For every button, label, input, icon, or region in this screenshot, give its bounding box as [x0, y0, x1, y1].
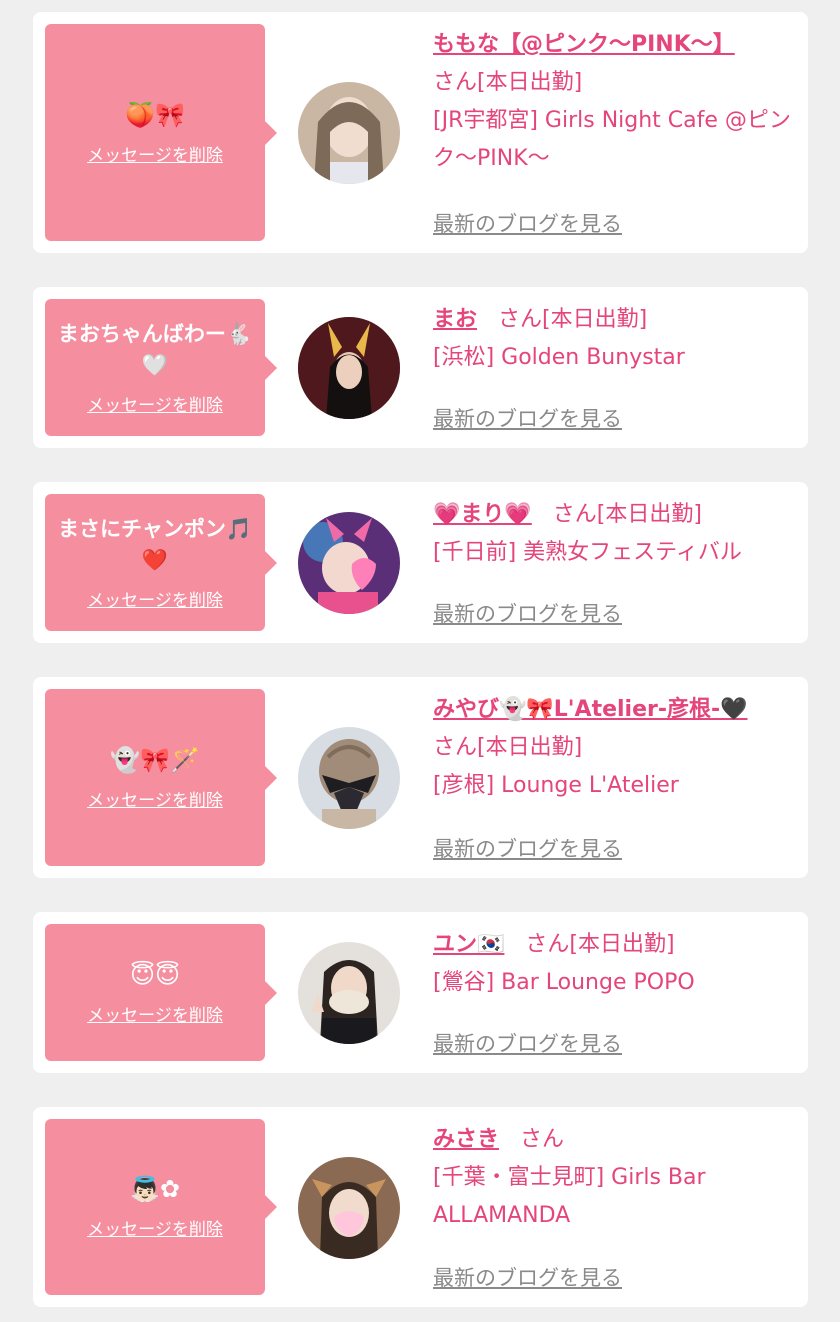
- message-bubble: まさにチャンポン🎵❤️ メッセージを削除: [45, 494, 277, 631]
- latest-blog-link[interactable]: 最新のブログを見る: [433, 403, 622, 433]
- latest-blog-link[interactable]: 最新のブログを見る: [433, 833, 622, 863]
- delete-message-link[interactable]: メッセージを削除: [87, 1001, 223, 1026]
- shop-text: [鶯谷] Bar Lounge POPO: [433, 970, 695, 995]
- girl-info: みやび👻🎀L'Atelier-彦根-🖤 さん[本日出勤] [彦根] Lounge…: [433, 691, 793, 805]
- shop-text: [JR宇都宮] Girls Night Cafe @ピンク〜PINK〜: [433, 108, 791, 171]
- girl-info: 💗まり💗 さん[本日出勤] [千日前] 美熟女フェスティバル: [433, 496, 793, 572]
- latest-blog-link[interactable]: 最新のブログを見る: [433, 208, 622, 238]
- latest-blog-link[interactable]: 最新のブログを見る: [433, 1262, 622, 1292]
- girl-name-link[interactable]: みさき: [433, 1127, 499, 1152]
- delete-message-link[interactable]: メッセージを削除: [87, 1215, 223, 1240]
- avatar[interactable]: [298, 1157, 400, 1259]
- girl-info: ユン🇰🇷 さん[本日出勤] [鶯谷] Bar Lounge POPO: [433, 926, 793, 1002]
- status-text: さん[本日出勤]: [552, 502, 702, 527]
- latest-blog-link[interactable]: 最新のブログを見る: [433, 1028, 622, 1058]
- status-text: さん[本日出勤]: [525, 932, 675, 957]
- shop-text: [彦根] Lounge L'Atelier: [433, 773, 679, 798]
- latest-blog-link[interactable]: 最新のブログを見る: [433, 598, 622, 628]
- message-card: 👼🏻✿ メッセージを削除 みさき さん [千葉・富士見町] Girls Bar …: [33, 1107, 808, 1307]
- message-text: 👻🎀🪄: [110, 745, 200, 774]
- shop-text: [浜松] Golden Bunystar: [433, 345, 685, 370]
- girl-name-link[interactable]: ももな【@ピンク〜PINK〜】: [433, 32, 735, 57]
- message-text: 👼🏻✿: [130, 1175, 180, 1203]
- avatar[interactable]: [298, 512, 400, 614]
- message-bubble: まおちゃんばわー🐇🤍 メッセージを削除: [45, 299, 277, 436]
- girl-info: みさき さん [千葉・富士見町] Girls Bar ALLAMANDA: [433, 1121, 793, 1235]
- message-text: 🍑🎀: [125, 100, 185, 129]
- girl-info: まお さん[本日出勤] [浜松] Golden Bunystar: [433, 301, 793, 377]
- avatar[interactable]: [298, 82, 400, 184]
- delete-message-link[interactable]: メッセージを削除: [87, 391, 223, 416]
- girl-name-link[interactable]: まお: [433, 307, 477, 332]
- message-bubble: 😇😇 メッセージを削除: [45, 924, 277, 1061]
- status-text: さん[本日出勤]: [433, 735, 583, 760]
- delete-message-link[interactable]: メッセージを削除: [87, 786, 223, 811]
- avatar[interactable]: [298, 942, 400, 1044]
- delete-message-link[interactable]: メッセージを削除: [87, 141, 223, 166]
- delete-message-link[interactable]: メッセージを削除: [87, 586, 223, 611]
- status-text: さん: [520, 1127, 565, 1152]
- message-text: まおちゃんばわー🐇🤍: [57, 322, 253, 377]
- message-bubble: 👻🎀🪄 メッセージを削除: [45, 689, 277, 866]
- message-bubble: 👼🏻✿ メッセージを削除: [45, 1119, 277, 1295]
- shop-text: [千葉・富士見町] Girls Bar ALLAMANDA: [433, 1165, 706, 1228]
- girl-info: ももな【@ピンク〜PINK〜】 さん[本日出勤] [JR宇都宮] Girls N…: [433, 26, 793, 178]
- message-text: 😇😇: [129, 960, 181, 989]
- message-text: まさにチャンポン🎵❤️: [58, 517, 252, 572]
- message-card: 🍑🎀 メッセージを削除 ももな【@ピンク〜PINK〜】 さん[本日出勤] [JR…: [33, 12, 808, 253]
- girl-name-link[interactable]: ユン🇰🇷: [433, 932, 504, 957]
- message-card: 👻🎀🪄 メッセージを削除 みやび👻🎀L'Atelier-彦根-🖤 さん[本日出勤…: [33, 677, 808, 878]
- status-text: さん[本日出勤]: [498, 307, 648, 332]
- avatar[interactable]: [298, 317, 400, 419]
- status-text: さん[本日出勤]: [433, 70, 583, 95]
- avatar[interactable]: [298, 727, 400, 829]
- message-card: まおちゃんばわー🐇🤍 メッセージを削除 まお さん[本日出勤] [浜松] Gol…: [33, 287, 808, 448]
- message-card: 😇😇 メッセージを削除 ユン🇰🇷 さん[本日出勤] [鶯谷] Bar Loung…: [33, 912, 808, 1073]
- girl-name-link[interactable]: みやび👻🎀L'Atelier-彦根-🖤: [433, 697, 748, 722]
- message-card: まさにチャンポン🎵❤️ メッセージを削除 💗まり💗 さん[本日出勤] [千日前]…: [33, 482, 808, 643]
- girl-name-link[interactable]: 💗まり💗: [433, 502, 532, 527]
- shop-text: [千日前] 美熟女フェスティバル: [433, 540, 742, 565]
- message-bubble: 🍑🎀 メッセージを削除: [45, 24, 277, 241]
